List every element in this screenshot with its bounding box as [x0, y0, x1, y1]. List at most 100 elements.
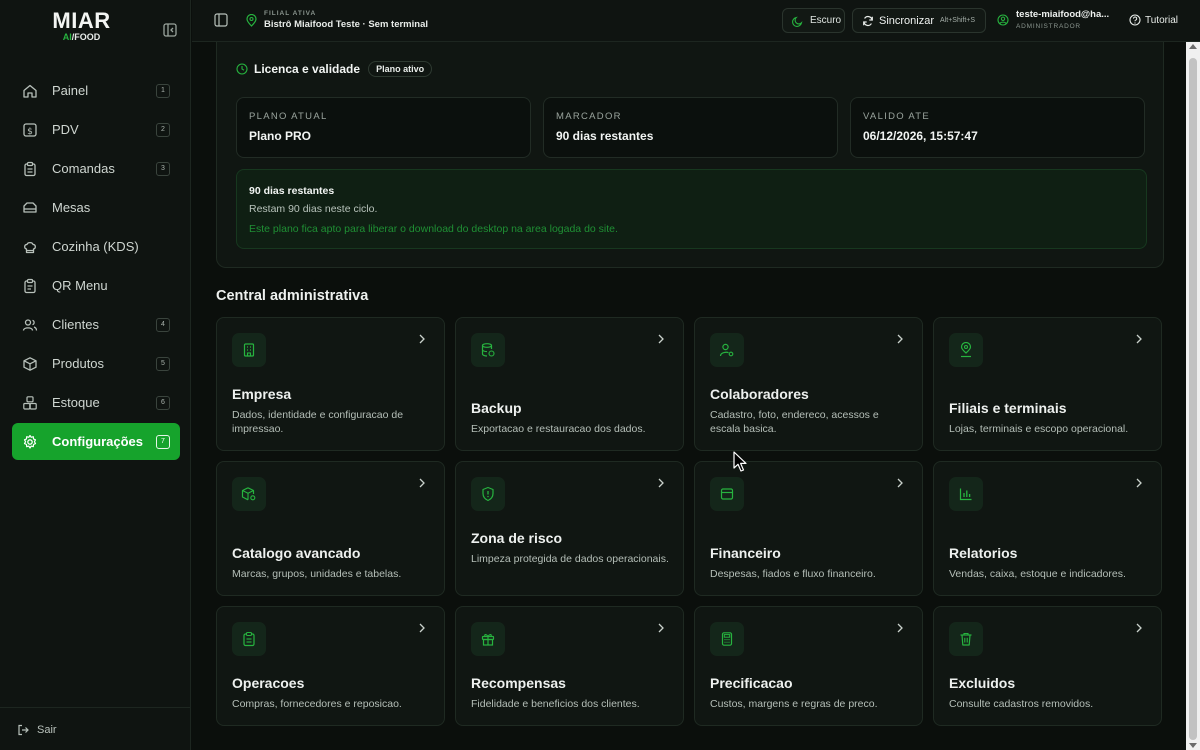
- admin-card-relatorios[interactable]: Relatorios Vendas, caixa, estoque e indi…: [933, 461, 1162, 596]
- admin-card-excluidos[interactable]: Excluidos Consulte cadastros removidos.: [933, 606, 1162, 726]
- admin-card-filiais[interactable]: Filiais e terminais Lojas, terminais e e…: [933, 317, 1162, 451]
- tutorial-button[interactable]: Tutorial: [1129, 14, 1178, 26]
- license-card: Licenca e validade Plano ativo PLANO ATU…: [216, 42, 1164, 268]
- chevron-right-icon: [896, 478, 904, 488]
- admin-card-colaboradores[interactable]: Colaboradores Cadastro, foto, endereco, …: [694, 317, 923, 451]
- table-icon: [22, 200, 38, 216]
- card-title: Catalogo avancado: [232, 545, 361, 561]
- card-description: Custos, margens e regras de preco.: [710, 698, 878, 710]
- sidebar-item-qr-menu[interactable]: QR Menu: [12, 267, 180, 304]
- sidebar-item-mesas[interactable]: Mesas: [12, 189, 180, 226]
- sidebar-item-clientes[interactable]: Clientes 4: [12, 306, 180, 343]
- card-title: Colaboradores: [710, 386, 809, 402]
- card-title: Excluidos: [949, 675, 1016, 691]
- admin-card-catalogo[interactable]: Catalogo avancado Marcas, grupos, unidad…: [216, 461, 445, 596]
- shortcut-badge: 6: [156, 396, 170, 410]
- scroll-down-arrow-icon[interactable]: [1189, 743, 1197, 748]
- notice-highlight: Este plano fica apto para liberar o down…: [249, 223, 618, 235]
- user-menu[interactable]: teste-miaifood@ha... ADMINISTRADOR: [997, 9, 1109, 30]
- users-icon: [22, 317, 38, 333]
- user-circle-icon: [997, 14, 1009, 30]
- panel-toggle-icon[interactable]: [214, 13, 228, 27]
- chef-hat-icon: [22, 239, 38, 255]
- admin-card-backup[interactable]: Backup Exportacao e restauracao dos dado…: [455, 317, 684, 451]
- sidebar-item-estoque[interactable]: Estoque 6: [12, 384, 180, 421]
- sidebar-item-pdv[interactable]: $ PDV 2: [12, 111, 180, 148]
- admin-card-recompensas[interactable]: Recompensas Fidelidade e beneficios dos …: [455, 606, 684, 726]
- sidebar-footer: Sair: [0, 707, 191, 750]
- admin-card-operacoes[interactable]: Operacoes Compras, fornecedores e reposi…: [216, 606, 445, 726]
- chevron-right-icon: [657, 334, 665, 344]
- shield-alert-icon: [471, 477, 505, 511]
- database-icon: [471, 333, 505, 367]
- tutorial-label: Tutorial: [1145, 14, 1178, 26]
- active-branch-label: FILIAL ATIVA: [264, 10, 317, 17]
- scrollbar-thumb[interactable]: [1189, 58, 1197, 740]
- user-gear-icon: [710, 333, 744, 367]
- current-plan-label: PLANO ATUAL: [249, 111, 328, 122]
- valid-until-value: 06/12/2026, 15:57:47: [863, 129, 978, 143]
- sidebar-item-cozinha[interactable]: Cozinha (KDS): [12, 228, 180, 265]
- card-description: Fidelidade e beneficios dos clientes.: [471, 698, 640, 710]
- boxes-icon: [22, 395, 38, 411]
- map-pin-user-icon: [949, 333, 983, 367]
- logout-button[interactable]: Sair: [17, 724, 57, 736]
- notice-text: Restam 90 dias neste ciclo.: [249, 203, 378, 215]
- svg-text:$: $: [27, 127, 33, 137]
- logout-icon: [17, 724, 29, 736]
- valid-until-box: VALIDO ATE 06/12/2026, 15:57:47: [850, 97, 1145, 158]
- card-description: Despesas, fiados e fluxo financeiro.: [710, 568, 876, 580]
- card-description: Lojas, terminais e escopo operacional.: [949, 423, 1129, 435]
- trash-icon: [949, 622, 983, 656]
- card-title: Backup: [471, 400, 522, 416]
- sidebar-item-label: Comandas: [52, 161, 115, 176]
- sidebar-item-produtos[interactable]: Produtos 5: [12, 345, 180, 382]
- shortcut-badge: 5: [156, 357, 170, 371]
- sidebar-item-label: QR Menu: [52, 278, 108, 293]
- marker-label: MARCADOR: [556, 111, 622, 122]
- logout-label: Sair: [37, 724, 57, 736]
- sidebar-collapse-icon[interactable]: [162, 22, 178, 38]
- admin-card-financeiro[interactable]: Financeiro Despesas, fiados e fluxo fina…: [694, 461, 923, 596]
- wallet-icon: [710, 477, 744, 511]
- card-title: Financeiro: [710, 545, 781, 561]
- shortcut-badge: 3: [156, 162, 170, 176]
- sidebar-nav: Painel 1 $ PDV 2 Comandas 3 Mesas Cozinh…: [12, 72, 180, 462]
- chevron-right-icon: [1135, 623, 1143, 633]
- moon-icon: [792, 15, 804, 27]
- license-notice: 90 dias restantes Restam 90 dias neste c…: [236, 169, 1147, 249]
- chevron-right-icon: [418, 334, 426, 344]
- card-title: Operacoes: [232, 675, 305, 691]
- user-email: teste-miaifood@ha...: [1016, 9, 1110, 20]
- sidebar-item-configuracoes[interactable]: Configurações 7: [12, 423, 180, 460]
- brand-name: MIAR: [52, 8, 111, 33]
- section-title: Central administrativa: [216, 288, 369, 304]
- card-description: Marcas, grupos, unidades e tabelas.: [232, 568, 402, 580]
- package-icon: [22, 356, 38, 372]
- admin-card-empresa[interactable]: Empresa Dados, identidade e configuracao…: [216, 317, 445, 451]
- sync-label: Sincronizar: [879, 14, 935, 27]
- mouse-cursor-icon: [733, 451, 749, 473]
- plan-status-badge: Plano ativo: [368, 61, 433, 77]
- current-plan-box: PLANO ATUAL Plano PRO: [236, 97, 531, 158]
- sidebar-item-painel[interactable]: Painel 1: [12, 72, 180, 109]
- admin-card-zona-risco[interactable]: Zona de risco Limpeza protegida de dados…: [455, 461, 684, 596]
- sidebar-item-label: PDV: [52, 122, 79, 137]
- admin-card-precificacao[interactable]: Precificacao Custos, margens e regras de…: [694, 606, 923, 726]
- marker-box: MARCADOR 90 dias restantes: [543, 97, 838, 158]
- sync-shortcut: Alt+Shift+S: [940, 17, 976, 24]
- marker-value: 90 dias restantes: [556, 129, 654, 143]
- active-branch[interactable]: FILIAL ATIVA Bistrô Miaifood Teste · Sem…: [264, 10, 428, 30]
- sidebar-item-comandas[interactable]: Comandas 3: [12, 150, 180, 187]
- sidebar-item-label: Cozinha (KDS): [52, 239, 139, 254]
- notice-title: 90 dias restantes: [249, 185, 335, 197]
- sidebar: MIAR AI/FOOD Painel 1 $ PDV 2 Comandas 3…: [0, 0, 191, 750]
- sync-button[interactable]: Sincronizar Alt+Shift+S: [852, 8, 986, 33]
- theme-toggle-button[interactable]: Escuro: [782, 8, 845, 33]
- sidebar-item-label: Produtos: [52, 356, 105, 371]
- refresh-icon: [862, 15, 874, 27]
- scroll-up-arrow-icon[interactable]: [1189, 44, 1197, 49]
- clock-icon: [236, 63, 248, 75]
- chevron-right-icon: [657, 623, 665, 633]
- bar-chart-icon: [949, 477, 983, 511]
